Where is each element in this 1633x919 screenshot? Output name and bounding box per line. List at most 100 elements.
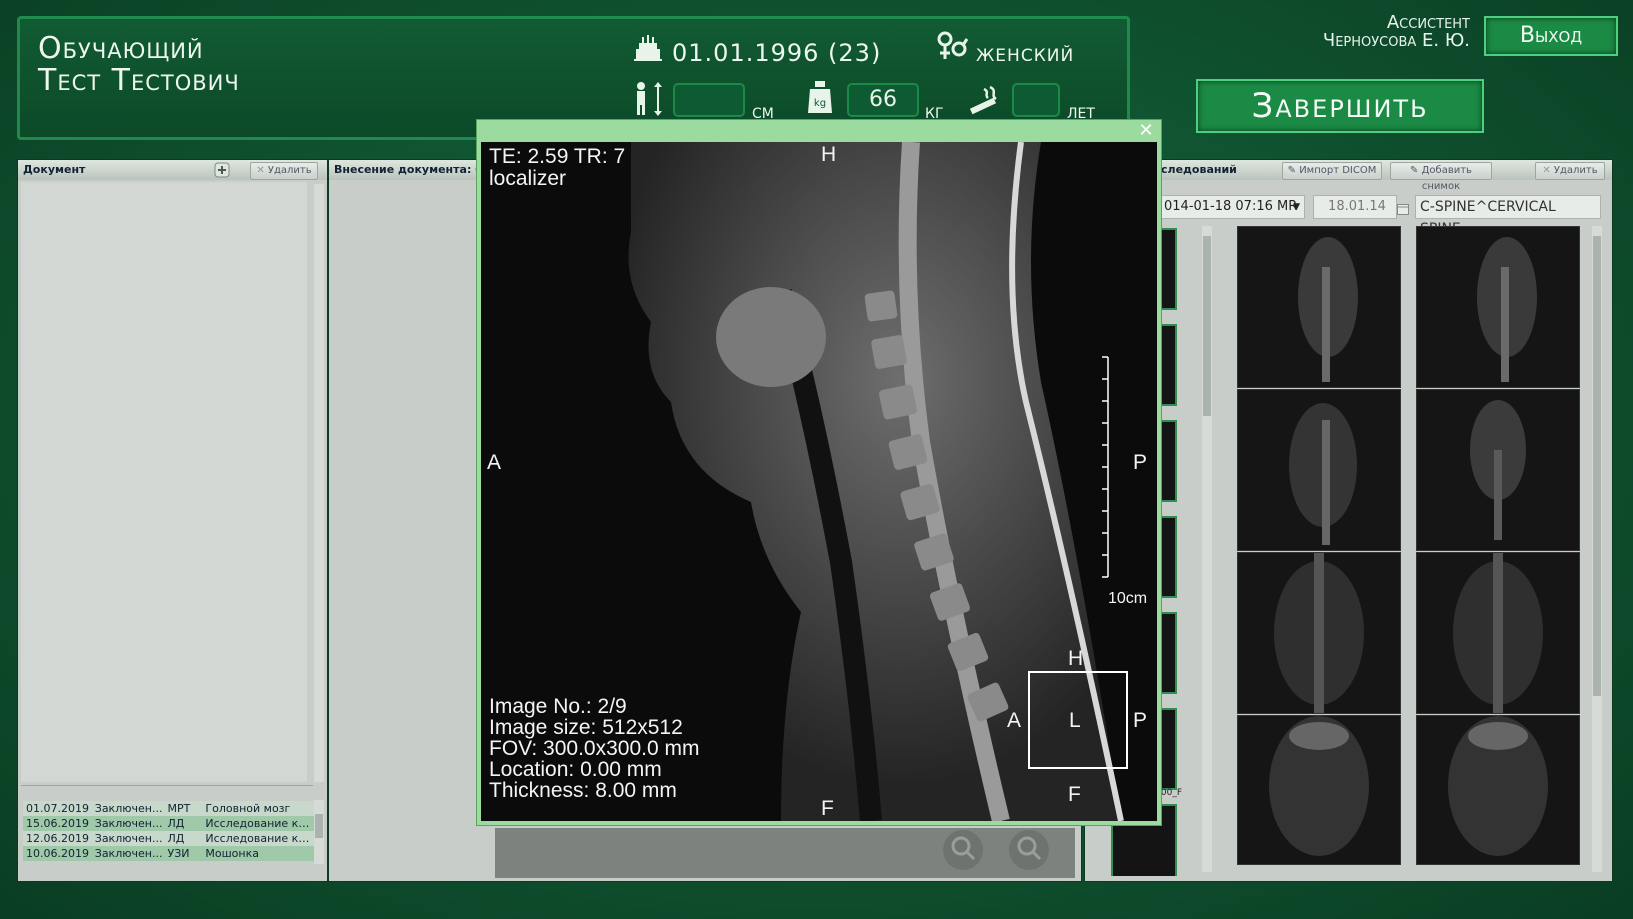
documents-panel: Документ ✕ Удалить 01.07.2019 Заключен..…: [17, 159, 328, 882]
localizer-top-label: H: [1068, 647, 1084, 670]
doc-description: Исследование кр...: [205, 817, 315, 830]
image-thumbnail[interactable]: [1237, 715, 1401, 865]
close-icon[interactable]: ✕: [1137, 122, 1155, 140]
thumb-coronal-icon: [1274, 553, 1364, 713]
zoom-in-icon[interactable]: [943, 830, 983, 870]
localizer-center-label: L: [1069, 709, 1081, 732]
birthday-cake-icon: [633, 33, 663, 63]
filmstrip-scrollbar[interactable]: [1202, 226, 1212, 872]
doc-date: 12.06.2019: [26, 832, 89, 845]
document-list-scrollbar[interactable]: [314, 800, 324, 864]
import-dicom-label: Импорт DICOM: [1299, 165, 1377, 176]
scrollbar-thumb[interactable]: [1593, 236, 1601, 696]
image-thumbnail[interactable]: [1416, 552, 1580, 714]
document-row[interactable]: 10.06.2019 Заключен... УЗИ Мошонка: [23, 846, 315, 861]
image-thumbnail[interactable]: [1416, 389, 1580, 551]
calendar-icon[interactable]: [1397, 200, 1409, 215]
chevron-down-icon: ▼: [1293, 202, 1300, 212]
finish-button[interactable]: Завершить: [1196, 79, 1484, 133]
gender-icon: [935, 29, 969, 63]
height-icon: [632, 81, 666, 117]
slice-location: Location: 0.00 mm: [489, 758, 662, 781]
study-date-field[interactable]: 18.01.14: [1313, 195, 1397, 219]
thumb-coronal-icon: [1269, 716, 1369, 856]
localizer-bottom-label: F: [1068, 783, 1081, 806]
image-grid-scrollbar[interactable]: [1592, 226, 1602, 872]
patient-name: Обучающий Тест Тестович: [38, 33, 240, 97]
field-of-view: FOV: 300.0x300.0 mm: [489, 737, 700, 760]
orient-bottom-label: F: [821, 797, 834, 820]
documents-panel-title: Документ: [23, 163, 86, 176]
delete-x-icon: ✕: [256, 165, 265, 176]
entry-toolbar: [495, 828, 1075, 878]
doc-modality: ЛД: [167, 817, 185, 830]
patient-sex: женский: [976, 39, 1075, 67]
thumb-sagittal-icon: [1298, 237, 1358, 382]
series-label: localizer: [489, 167, 567, 190]
add-document-icon[interactable]: [214, 162, 230, 178]
doc-type: Заключен...: [94, 847, 163, 860]
doc-modality: УЗИ: [167, 847, 190, 860]
thumb-coronal-icon: [1453, 553, 1543, 713]
thumb-coronal-icon: [1470, 400, 1526, 540]
study-select-value: 014-01-18 07:16 MR: [1164, 199, 1298, 214]
doc-type: Заключен...: [94, 802, 163, 815]
orient-left-label: A: [487, 451, 502, 474]
doc-modality: ЛД: [167, 832, 185, 845]
image-thumbnail[interactable]: [1416, 715, 1580, 865]
orient-top-label: H: [821, 143, 837, 166]
delete-study-button[interactable]: ✕ Удалить: [1535, 162, 1605, 180]
delete-document-label: Удалить: [267, 165, 312, 176]
wand-icon: ✎: [1287, 165, 1297, 176]
document-row[interactable]: 01.07.2019 Заключен... МРТ Головной мозг: [23, 801, 315, 816]
document-row[interactable]: 15.06.2019 Заключен... ЛД Исследование к…: [23, 816, 315, 831]
patient-name-line2: Тест Тестович: [38, 63, 240, 98]
image-viewer-dialog: ✕ TE: 2.59 TR: 7 localizer H A P F 10cm …: [476, 119, 1162, 826]
scale-label: 10cm: [1108, 590, 1148, 607]
add-image-icon: ✎: [1410, 165, 1419, 176]
document-row[interactable]: 12.06.2019 Заключен... ЛД Исследование к…: [23, 831, 315, 846]
delete-study-label: Удалить: [1553, 165, 1598, 176]
doc-description: Головной мозг: [205, 802, 291, 815]
image-thumbnail[interactable]: [1237, 389, 1401, 551]
doc-date: 15.06.2019: [26, 817, 89, 830]
image-thumbnail[interactable]: [1416, 226, 1580, 388]
document-scrollbar[interactable]: [314, 184, 324, 782]
zoom-out-icon[interactable]: [1009, 830, 1049, 870]
image-thumbnail[interactable]: [1237, 226, 1401, 388]
weight-icon: kg: [807, 81, 833, 115]
delete-document-button[interactable]: ✕ Удалить: [250, 162, 318, 180]
doc-date: 01.07.2019: [26, 802, 89, 815]
thumb-sagittal-icon: [1289, 403, 1357, 545]
smoking-years-input[interactable]: [1012, 83, 1060, 117]
image-size: Image size: 512x512: [489, 716, 683, 739]
study-description: C-SPINE^CERVICAL SPINE: [1415, 195, 1601, 237]
add-image-button[interactable]: ✎ Добавить снимок: [1390, 162, 1492, 192]
studies-panel-title: следований: [1161, 163, 1237, 176]
divider: [21, 785, 313, 786]
image-grid: [1237, 226, 1580, 876]
scrollbar-thumb[interactable]: [315, 814, 323, 838]
doc-date: 10.06.2019: [26, 847, 89, 860]
image-thumbnail[interactable]: [1237, 552, 1401, 714]
logout-button[interactable]: Выход: [1484, 16, 1618, 56]
patient-dob: 01.01.1996 (23): [672, 39, 882, 67]
dicom-image-viewport[interactable]: TE: 2.59 TR: 7 localizer H A P F 10cm Im…: [481, 142, 1157, 821]
doc-type: Заключен...: [94, 817, 163, 830]
studies-panel: следований ✎ Импорт DICOM ✎ Добавить сни…: [1084, 159, 1613, 882]
entry-panel-title: Внесение документа: Отс: [334, 163, 498, 176]
slice-thickness: Thickness: 8.00 mm: [489, 779, 677, 802]
localizer-right-label: P: [1133, 709, 1148, 732]
patient-name-line1: Обучающий: [38, 31, 204, 66]
document-list: 01.07.2019 Заключен... МРТ Головной мозг…: [23, 801, 315, 861]
import-dicom-button[interactable]: ✎ Импорт DICOM: [1282, 162, 1382, 180]
image-number: Image No.: 2/9: [489, 695, 627, 718]
weight-input[interactable]: 66: [847, 83, 919, 117]
height-input[interactable]: [673, 83, 745, 117]
scrollbar-thumb[interactable]: [1203, 236, 1211, 416]
localizer-left-label: A: [1007, 709, 1022, 732]
study-select[interactable]: 014-01-18 07:16 MR ▼: [1159, 195, 1305, 219]
document-view-area: [21, 182, 307, 782]
smoking-icon: [968, 83, 1002, 115]
delete-x-icon: ✕: [1542, 165, 1551, 176]
